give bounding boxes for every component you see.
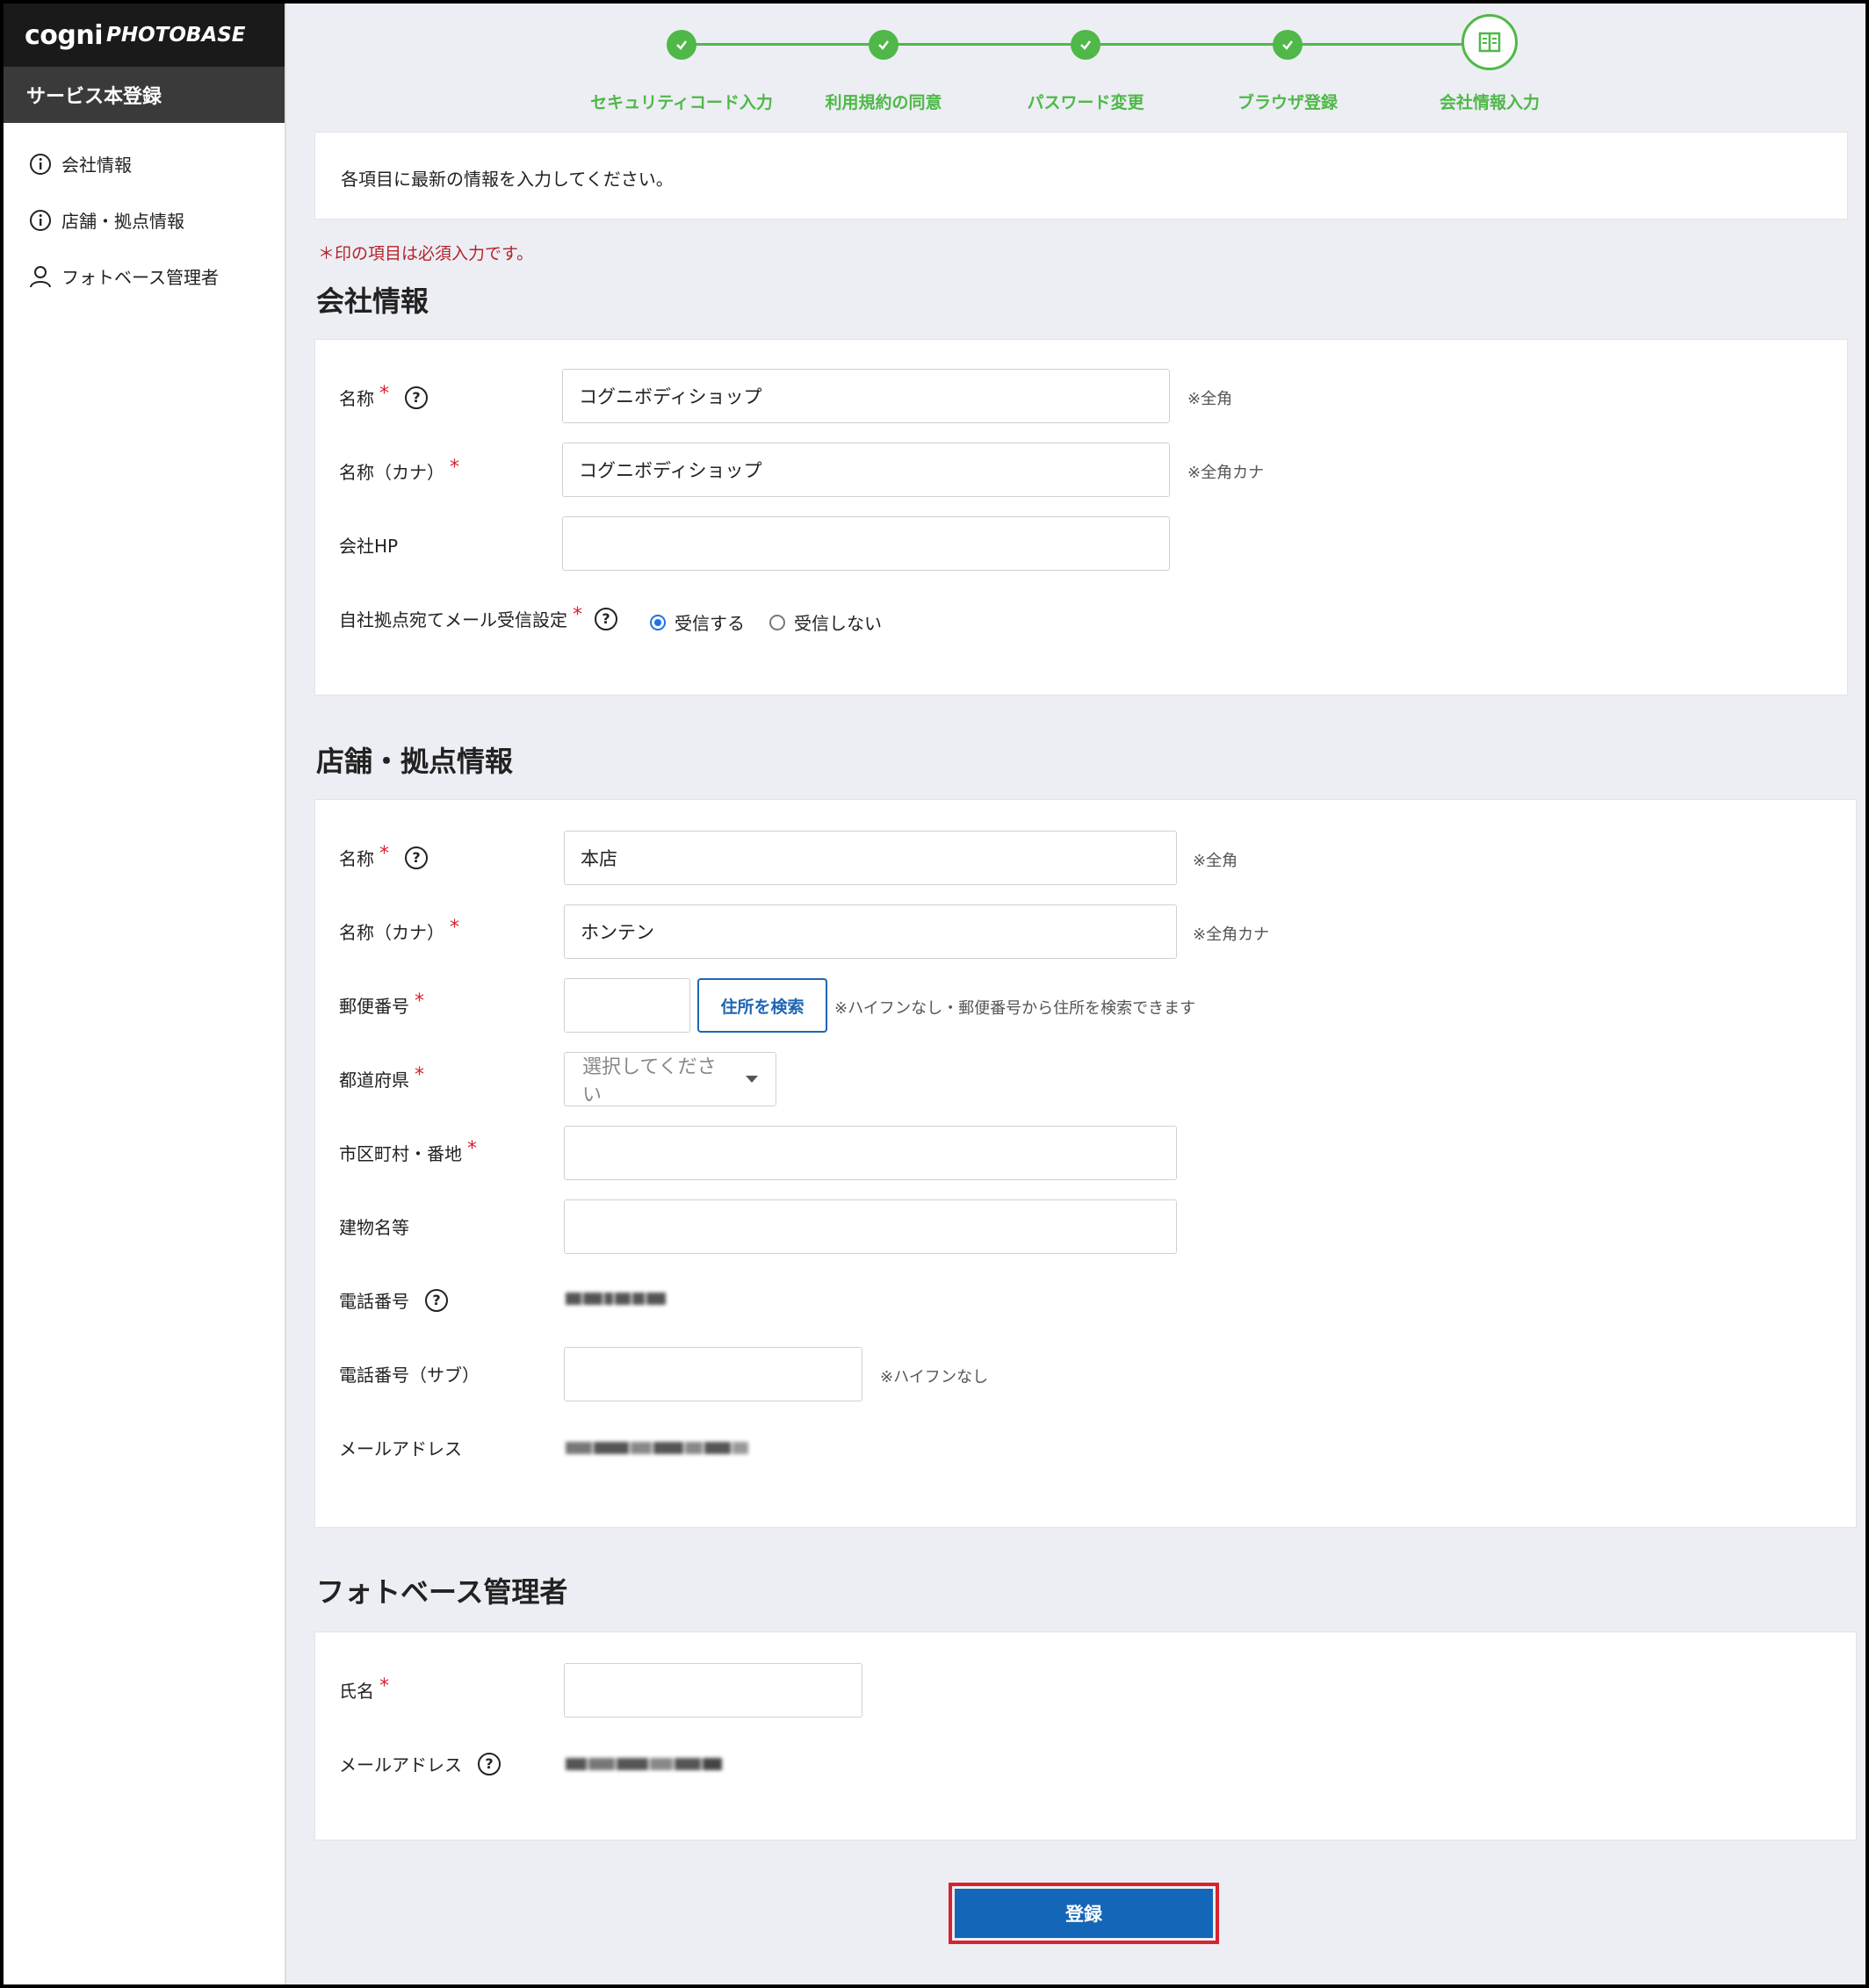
step-label: 利用規約の同意 bbox=[825, 93, 942, 112]
radio-receive[interactable] bbox=[650, 614, 666, 630]
building-input[interactable] bbox=[564, 1199, 1177, 1254]
step-label: パスワード変更 bbox=[1027, 93, 1144, 112]
store-kana-label: 名称（カナ） * bbox=[339, 917, 459, 943]
step-building-icon bbox=[1461, 14, 1518, 70]
city-label: 市区町村・番地 * bbox=[339, 1138, 477, 1164]
app-frame: cogni PHOTOBASE サービス本登録 会社情報 店舗・拠点情報 フォト… bbox=[4, 4, 1865, 1984]
tel-sub-note: ※ハイフンなし bbox=[880, 1368, 989, 1387]
section-title-admin: フォトベース管理者 bbox=[316, 1575, 568, 1609]
required-note: ＊印の項目は必須入力です。 bbox=[318, 244, 534, 263]
step-label: セキュリティコード入力 bbox=[590, 93, 773, 112]
help-icon[interactable]: ? bbox=[595, 607, 617, 630]
radio-not-receive-label[interactable]: 受信しない bbox=[794, 609, 882, 635]
sidebar-item-company[interactable]: 会社情報 bbox=[28, 151, 132, 176]
zip-input[interactable] bbox=[564, 978, 690, 1033]
help-icon[interactable]: ? bbox=[425, 1288, 448, 1312]
logo-cogni: cogni bbox=[25, 19, 104, 51]
mail-setting-label: 自社拠点宛てメール受信設定 * ? bbox=[339, 604, 617, 631]
company-kana-label: 名称（カナ） * bbox=[339, 457, 459, 483]
step-label: 会社情報入力 bbox=[1439, 93, 1540, 112]
step-check-icon bbox=[667, 30, 696, 60]
prefecture-select[interactable]: 選択してください bbox=[564, 1052, 776, 1106]
required-mark: * bbox=[467, 1138, 477, 1160]
zip-note: ※ハイフンなし・郵便番号から住所を検索できます bbox=[834, 999, 1196, 1018]
required-mark: * bbox=[450, 917, 459, 939]
required-mark: * bbox=[379, 383, 389, 405]
step-check-icon bbox=[1273, 30, 1303, 60]
required-mark: * bbox=[379, 1675, 389, 1697]
company-name-input[interactable]: コグニボディショップ bbox=[562, 369, 1170, 423]
sidebar-item-store[interactable]: 店舗・拠点情報 bbox=[28, 207, 184, 233]
admin-card bbox=[314, 1631, 1857, 1840]
tel-sub-input[interactable] bbox=[564, 1347, 862, 1401]
store-email-label: メールアドレス bbox=[339, 1438, 462, 1459]
company-name-label: 名称 * ? bbox=[339, 383, 428, 410]
store-name-note: ※全角 bbox=[1193, 852, 1238, 870]
required-mark: * bbox=[415, 990, 424, 1012]
register-button[interactable]: 登録 bbox=[955, 1889, 1213, 1938]
sidebar-section-title: サービス本登録 bbox=[4, 67, 285, 123]
info-icon bbox=[28, 152, 53, 176]
sidebar: cogni PHOTOBASE サービス本登録 会社情報 店舗・拠点情報 フォト… bbox=[4, 4, 286, 1984]
step-check-icon bbox=[869, 30, 898, 60]
chevron-down-icon bbox=[746, 1076, 758, 1083]
store-name-label: 名称 * ? bbox=[339, 843, 428, 870]
section-title-store: 店舗・拠点情報 bbox=[316, 745, 514, 778]
sidebar-item-label: 店舗・拠点情報 bbox=[61, 211, 184, 232]
company-hp-input[interactable] bbox=[562, 516, 1170, 571]
tel-value-blurred bbox=[566, 1289, 668, 1307]
progress-stepper: セキュリティコード入力 利用規約の同意 パスワード変更 ブラウザ登録 会社情報入… bbox=[286, 4, 1865, 133]
logo: cogni PHOTOBASE bbox=[4, 4, 285, 67]
help-icon[interactable]: ? bbox=[405, 385, 428, 409]
company-kana-input[interactable]: コグニボディショップ bbox=[562, 443, 1170, 497]
help-icon[interactable]: ? bbox=[478, 1752, 501, 1776]
company-kana-note: ※全角カナ bbox=[1187, 464, 1265, 482]
admin-name-input[interactable] bbox=[564, 1663, 862, 1718]
mail-setting-radios: 受信する 受信しない bbox=[650, 609, 882, 635]
zip-label: 郵便番号 * bbox=[339, 990, 424, 1017]
city-input[interactable] bbox=[564, 1126, 1177, 1180]
tel-label: 電話番号 ? bbox=[339, 1287, 448, 1313]
company-hp-label: 会社HP bbox=[339, 536, 399, 557]
step-check-icon bbox=[1071, 30, 1100, 60]
required-mark: * bbox=[573, 604, 582, 626]
radio-receive-label[interactable]: 受信する bbox=[675, 609, 745, 635]
sidebar-item-admin[interactable]: フォトベース管理者 bbox=[28, 263, 219, 289]
sidebar-item-label: 会社情報 bbox=[61, 155, 132, 176]
help-icon[interactable]: ? bbox=[405, 846, 428, 869]
required-mark: * bbox=[379, 843, 389, 865]
user-icon bbox=[28, 264, 53, 289]
tel-sub-label: 電話番号（サブ） bbox=[339, 1365, 480, 1386]
required-mark: * bbox=[415, 1064, 424, 1086]
info-icon bbox=[28, 208, 53, 233]
store-email-blurred bbox=[566, 1438, 750, 1456]
prefecture-placeholder: 選択してください bbox=[582, 1056, 717, 1106]
address-search-button[interactable]: 住所を検索 bbox=[697, 978, 827, 1033]
sidebar-item-label: フォトベース管理者 bbox=[61, 267, 219, 288]
admin-name-label: 氏名 * bbox=[339, 1675, 389, 1702]
admin-email-label: メールアドレス ? bbox=[339, 1751, 501, 1776]
radio-not-receive[interactable] bbox=[769, 614, 785, 630]
admin-email-blurred bbox=[566, 1754, 724, 1772]
store-name-input[interactable]: 本店 bbox=[564, 831, 1177, 885]
building-label: 建物名等 bbox=[339, 1217, 409, 1238]
store-kana-input[interactable]: ホンテン bbox=[564, 904, 1177, 959]
submit-highlight: 登録 bbox=[949, 1883, 1219, 1944]
store-kana-note: ※全角カナ bbox=[1193, 926, 1270, 944]
logo-photobase: PHOTOBASE bbox=[106, 24, 246, 47]
company-name-note: ※全角 bbox=[1187, 390, 1233, 408]
info-text: 各項目に最新の情報を入力してください。 bbox=[341, 169, 674, 190]
section-title-company: 会社情報 bbox=[316, 285, 429, 318]
step-label: ブラウザ登録 bbox=[1237, 93, 1338, 112]
required-mark: * bbox=[450, 457, 459, 479]
prefecture-label: 都道府県 * bbox=[339, 1064, 424, 1091]
